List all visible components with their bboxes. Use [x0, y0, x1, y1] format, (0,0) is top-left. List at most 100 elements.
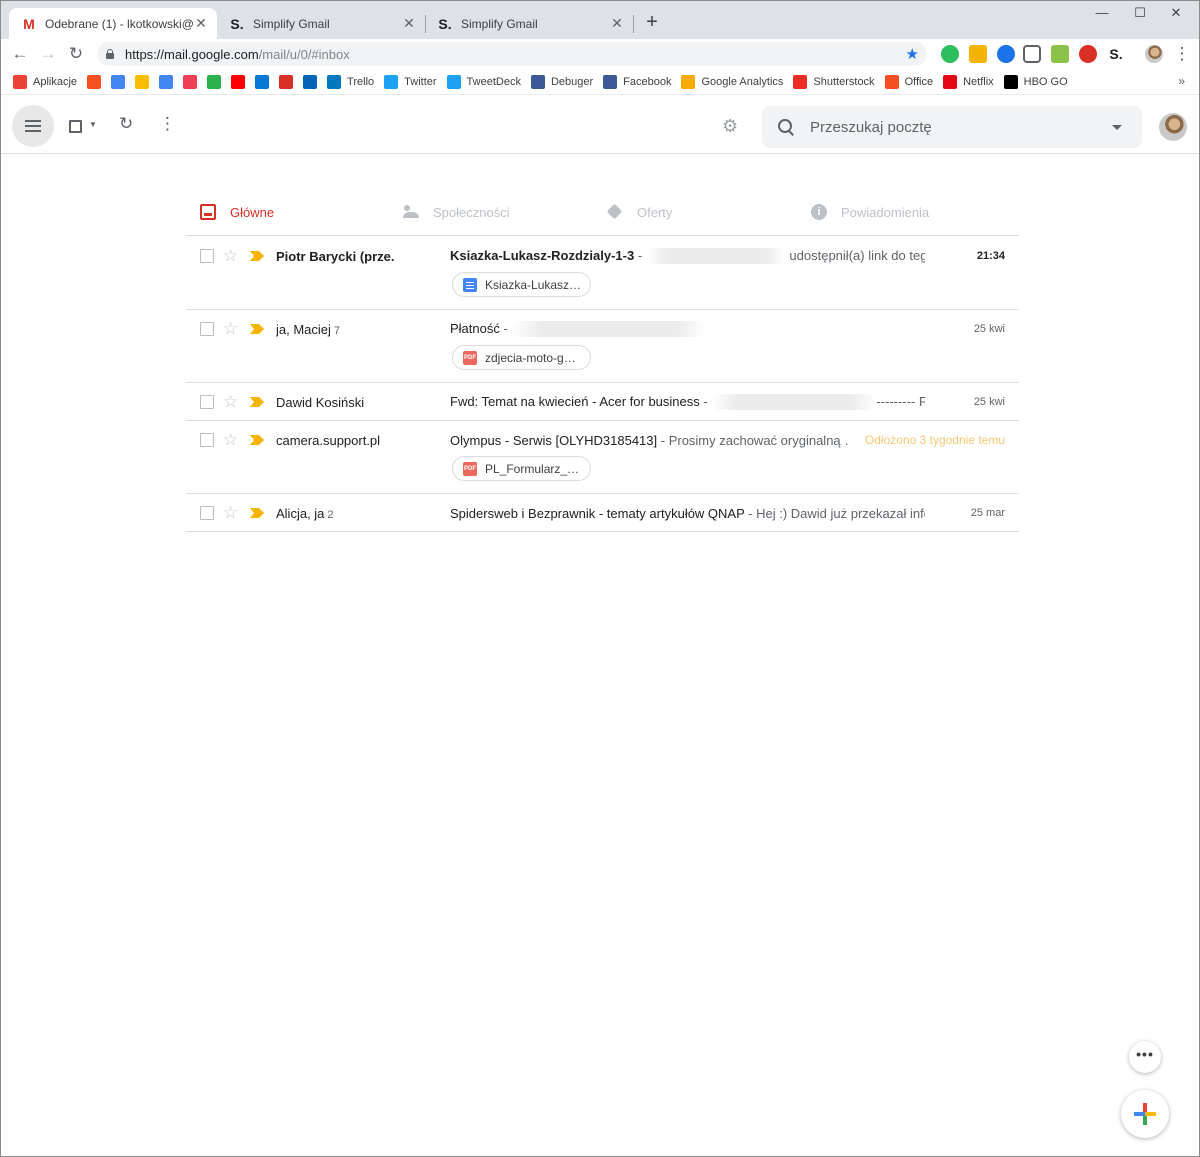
importance-marker-icon[interactable] [250, 324, 264, 334]
youtube-icon [231, 74, 246, 89]
pocket-extension-icon[interactable] [1023, 45, 1041, 63]
main-menu-button[interactable] [12, 105, 54, 147]
close-window-button[interactable]: ✕ [1153, 5, 1199, 21]
browser-menu-button[interactable]: ⋮ [1171, 43, 1193, 65]
message-row[interactable]: ☆ ja, Maciej 7 Płatność - 25 kwi PDF zdje… [186, 310, 1019, 383]
attachment-chip[interactable]: Ksiazka-Lukasz… [452, 272, 591, 297]
bookmark-label: Twitter [404, 75, 437, 88]
bookmark-item[interactable]: TweetDeck [446, 74, 521, 89]
star-icon[interactable]: ☆ [223, 393, 238, 410]
calendar-icon [111, 74, 126, 89]
tag-icon [607, 204, 623, 220]
select-dropdown-icon[interactable]: ▼ [89, 120, 97, 129]
bookmark-item[interactable]: Office [884, 74, 933, 89]
bookmark-item[interactable] [159, 74, 174, 89]
simplify-extension-icon[interactable]: S. [1107, 45, 1125, 63]
search-bar[interactable]: Przeszukaj pocztę [762, 106, 1142, 148]
thread-count: 7 [333, 324, 341, 337]
gmail-icon [279, 74, 294, 89]
bookmark-item[interactable] [207, 74, 222, 89]
bookmark-item[interactable] [111, 74, 126, 89]
star-icon[interactable]: ☆ [223, 504, 238, 521]
tab-updates[interactable]: i Powiadomienia [811, 204, 929, 220]
reload-button[interactable]: ↻ [65, 43, 87, 65]
bookmark-item[interactable] [303, 74, 318, 89]
bookmark-item[interactable]: Twitter [384, 74, 437, 89]
message-row[interactable]: ☆ Piotr Barycki (prze. Ksiazka-Lukasz-Ro… [186, 237, 1019, 310]
row-checkbox[interactable] [200, 249, 214, 263]
close-tab-icon[interactable]: ✕ [193, 15, 209, 32]
attachment-chip[interactable]: PDF zdjecia-moto-g… [452, 345, 591, 370]
bookmark-item[interactable]: Shutterstock [793, 74, 875, 89]
more-actions-button[interactable]: ••• [1129, 1041, 1161, 1073]
message-subject: Olympus - Serwis [OLYHD3185413] [450, 432, 658, 448]
bookmark-star-icon[interactable]: ★ [906, 45, 919, 63]
extension-icon[interactable] [1051, 45, 1069, 63]
new-tab-button[interactable]: + [641, 11, 663, 33]
address-bar[interactable]: https://mail.google.com/mail/u/0/#inbox … [97, 42, 927, 66]
profile-avatar[interactable] [1145, 45, 1163, 63]
star-icon[interactable]: ☆ [223, 247, 238, 264]
adblock-extension-icon[interactable] [1079, 45, 1097, 63]
onedrive-icon [303, 74, 318, 89]
importance-marker-icon[interactable] [250, 508, 264, 518]
bookmark-label: Facebook [623, 75, 672, 88]
bookmark-item[interactable]: Debuger [530, 74, 593, 89]
row-checkbox[interactable] [200, 506, 214, 520]
evernote-extension-icon[interactable] [941, 45, 959, 63]
forward-button[interactable]: → [37, 43, 59, 65]
star-icon[interactable]: ☆ [223, 431, 238, 448]
tab-simplify-gmail-2[interactable]: S. Simplify Gmail ✕ [425, 8, 633, 39]
bookmark-item[interactable] [255, 74, 270, 89]
close-tab-icon[interactable]: ✕ [401, 15, 417, 32]
hbo-icon [1003, 74, 1018, 89]
row-checkbox[interactable] [200, 395, 214, 409]
attachment-name: PL_Formularz_… [485, 461, 580, 476]
refresh-icon[interactable]: ↻ [119, 114, 133, 134]
bookmark-item[interactable]: Aplikacje [13, 74, 77, 89]
compose-button[interactable] [1121, 1090, 1169, 1138]
tab-gmail-inbox[interactable]: M Odebrane (1) - lkotkowski@gmai ✕ [9, 8, 217, 39]
tab-promotions[interactable]: Oferty [607, 204, 672, 220]
account-avatar[interactable] [1159, 113, 1187, 141]
importance-marker-icon[interactable] [250, 251, 264, 261]
bookmark-item[interactable]: HBO GO [1003, 74, 1068, 89]
select-all-checkbox[interactable] [69, 120, 82, 133]
bookmark-item[interactable] [87, 74, 102, 89]
browser-toolbar: ← → ↻ https://mail.google.com/mail/u/0/#… [1, 39, 1199, 69]
bookmark-item[interactable]: Trello [327, 74, 374, 89]
settings-gear-icon[interactable]: ⚙ [722, 116, 738, 137]
bookmarks-overflow-button[interactable]: » [1178, 74, 1185, 88]
bookmark-item[interactable]: Google Analytics [681, 74, 783, 89]
more-options-icon[interactable]: ⋮ [159, 114, 176, 134]
message-row[interactable]: ☆ camera.support.pl Olympus - Serwis [OL… [186, 421, 1019, 494]
close-tab-icon[interactable]: ✕ [609, 15, 625, 32]
message-snippet: --------- F… [876, 393, 925, 409]
tab-primary[interactable]: Główne [200, 204, 274, 220]
message-row[interactable]: ☆ Alicja, ja 2 Spidersweb i Bezprawnik - … [186, 494, 1019, 532]
row-checkbox[interactable] [200, 322, 214, 336]
search-options-dropdown-icon[interactable] [1112, 124, 1122, 130]
tab-simplify-gmail-1[interactable]: S. Simplify Gmail ✕ [217, 8, 425, 39]
message-row[interactable]: ☆ Dawid Kosiński Fwd: Temat na kwiecień … [186, 383, 1019, 421]
back-button[interactable]: ← [9, 43, 31, 65]
importance-marker-icon[interactable] [250, 397, 264, 407]
bookmark-item[interactable]: Facebook [603, 74, 672, 89]
search-input[interactable]: Przeszukaj pocztę [810, 119, 1112, 136]
search-icon[interactable] [778, 119, 794, 135]
message-subject: Fwd: Temat na kwiecień - Acer for busine… [450, 393, 700, 409]
attachment-chip[interactable]: PDF PL_Formularz_… [452, 456, 591, 481]
bookmark-item[interactable] [135, 74, 150, 89]
importance-marker-icon[interactable] [250, 435, 264, 445]
bookmark-item[interactable] [231, 74, 246, 89]
tab-social[interactable]: Społeczności [403, 204, 510, 220]
star-icon[interactable]: ☆ [223, 320, 238, 337]
message-subject-line: Fwd: Temat na kwiecień - Acer for busine… [450, 394, 925, 411]
facebook-icon [603, 74, 618, 89]
bookmark-item[interactable]: Netflix [943, 74, 994, 89]
extension-icon[interactable] [997, 45, 1015, 63]
row-checkbox[interactable] [200, 433, 214, 447]
bookmark-item[interactable] [279, 74, 294, 89]
extension-icon[interactable] [969, 45, 987, 63]
bookmark-item[interactable] [183, 74, 198, 89]
